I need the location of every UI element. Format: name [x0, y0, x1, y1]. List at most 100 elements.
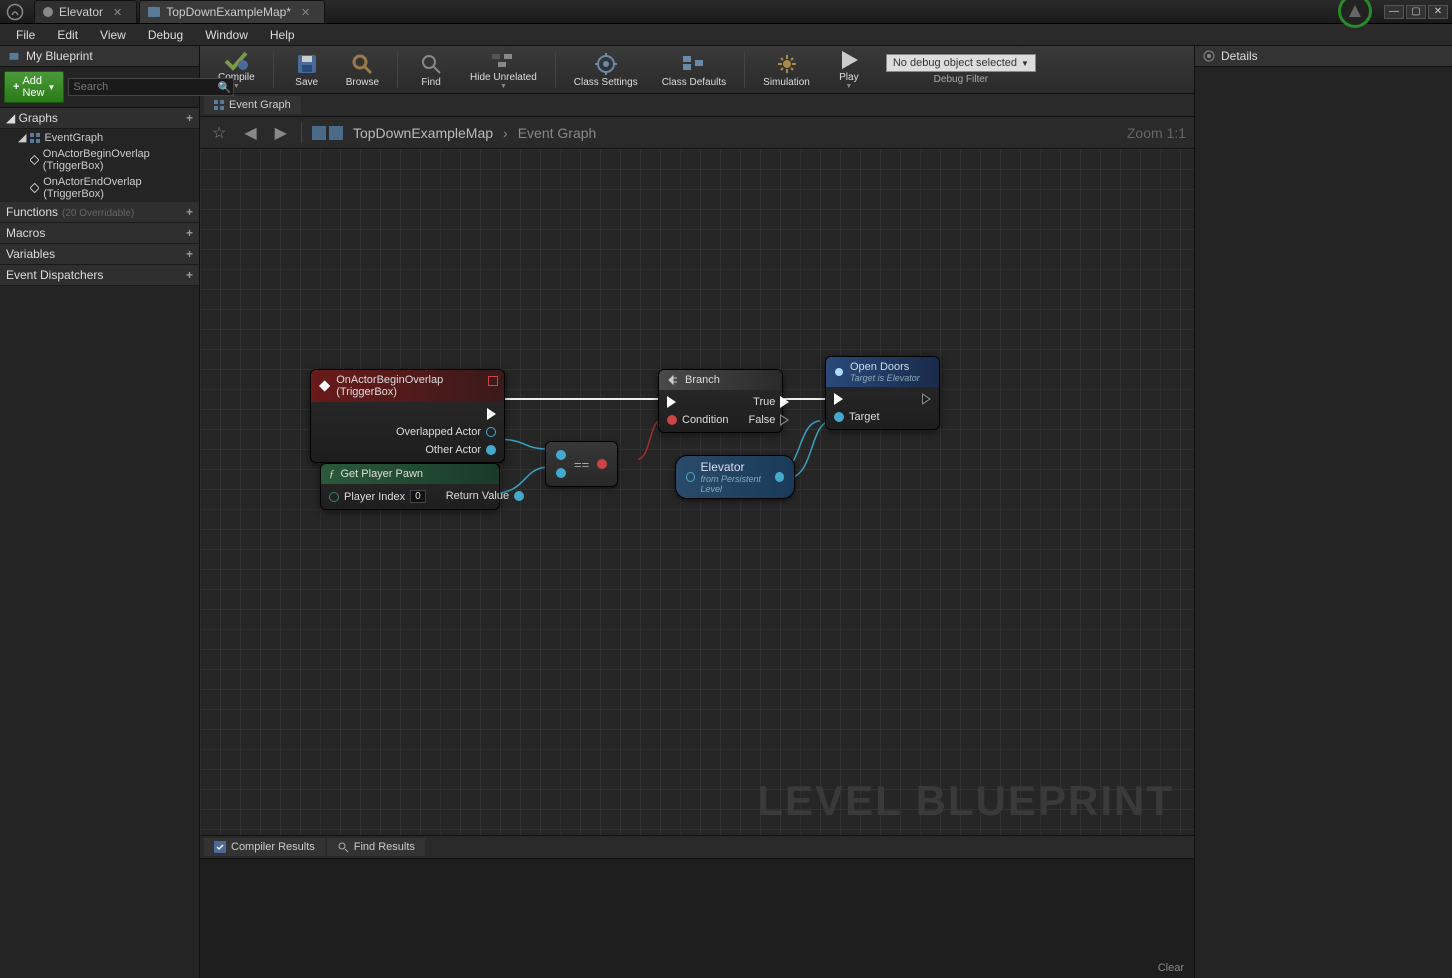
pin-player-index[interactable]: Player Index 0	[329, 490, 426, 503]
event-icon	[30, 155, 39, 165]
crumb-map[interactable]: TopDownExampleMap	[353, 125, 493, 141]
class-defaults-button[interactable]: Class Defaults	[652, 48, 736, 92]
panel-tab-my-blueprint[interactable]: My Blueprint	[0, 46, 199, 67]
minimize-button[interactable]: —	[1384, 5, 1404, 19]
category-macros[interactable]: Macros+	[0, 223, 199, 244]
zoom-indicator: Zoom 1:1	[1127, 125, 1186, 141]
tab-compiler-results[interactable]: Compiler Results	[204, 838, 325, 856]
add-function-icon[interactable]: +	[186, 205, 193, 219]
node-begin-overlap[interactable]: OnActorBeginOverlap (TriggerBox) Overlap…	[310, 369, 505, 463]
close-icon[interactable]: ✕	[113, 6, 122, 19]
browse-button[interactable]: Browse	[336, 48, 389, 92]
tree-event-begin[interactable]: OnActorBeginOverlap (TriggerBox)	[0, 146, 199, 174]
hide-unrelated-button[interactable]: Hide Unrelated▼	[460, 48, 547, 92]
add-dispatcher-icon[interactable]: +	[186, 268, 193, 282]
blueprint-icon	[8, 50, 20, 62]
crumb-graph[interactable]: Event Graph	[518, 125, 597, 141]
window-controls: — ▢ ✕	[1380, 0, 1452, 23]
equals-label: ==	[574, 457, 589, 472]
event-icon	[319, 380, 330, 392]
node-get-player-pawn[interactable]: ƒ Get Player Pawn Player Index 0 Return …	[320, 463, 500, 510]
node-equals[interactable]: ==	[545, 441, 618, 487]
menu-help[interactable]: Help	[260, 26, 305, 44]
blueprint-icon	[43, 7, 53, 17]
menu-edit[interactable]: Edit	[47, 26, 88, 44]
details-panel: Details	[1194, 46, 1452, 978]
category-dispatchers[interactable]: Event Dispatchers+	[0, 265, 199, 286]
pin-return-value[interactable]: Return Value	[446, 490, 524, 502]
category-variables[interactable]: Variables+	[0, 244, 199, 265]
close-icon[interactable]: ✕	[301, 6, 310, 19]
title-bar: Elevator ✕ TopDownExampleMap* ✕ — ▢ ✕	[0, 0, 1452, 24]
window-tabs: Elevator ✕ TopDownExampleMap* ✕	[30, 0, 1380, 23]
favorite-icon[interactable]: ☆	[208, 123, 230, 143]
pin-b[interactable]	[556, 468, 566, 478]
pin-overlapped-actor[interactable]: Overlapped Actor	[396, 426, 496, 438]
debug-filter-label: Debug Filter	[934, 74, 988, 85]
add-macro-icon[interactable]: +	[186, 226, 193, 240]
exec-in-pin[interactable]	[834, 393, 880, 405]
graph-view-icon[interactable]	[312, 126, 343, 140]
menu-bar: File Edit View Debug Window Help	[0, 24, 1452, 46]
category-graphs[interactable]: ◢ Graphs+	[0, 108, 199, 129]
close-button[interactable]: ✕	[1428, 5, 1448, 19]
function-icon	[834, 367, 844, 377]
maximize-button[interactable]: ▢	[1406, 5, 1426, 19]
play-button[interactable]: Play▼	[824, 48, 874, 92]
node-open-doors[interactable]: Open Doors Target is Elevator Target	[825, 356, 940, 430]
node-elevator-ref[interactable]: Elevator from Persistent Level	[675, 455, 795, 499]
nav-forward-icon[interactable]: ▶	[271, 123, 291, 143]
find-button[interactable]: Find	[406, 48, 456, 92]
clear-button[interactable]: Clear	[1158, 962, 1184, 974]
tree-eventgraph[interactable]: ◢ EventGraph	[0, 129, 199, 146]
results-icon	[214, 841, 226, 853]
window-tab-elevator[interactable]: Elevator ✕	[34, 0, 137, 23]
graph-icon	[214, 100, 224, 110]
pin-target[interactable]: Target	[834, 411, 880, 423]
pin-result[interactable]	[597, 459, 607, 469]
graph-canvas[interactable]: OnActorBeginOverlap (TriggerBox) Overlap…	[200, 149, 1194, 835]
branch-icon	[667, 374, 679, 386]
pin-false[interactable]: False	[748, 414, 789, 426]
add-variable-icon[interactable]: +	[186, 247, 193, 261]
class-settings-button[interactable]: Class Settings	[564, 48, 648, 92]
toolbar: Compile▼ Save Browse Find Hide Unrelated…	[200, 46, 1194, 94]
watermark: LEVEL BLUEPRINT	[757, 777, 1174, 825]
simulation-button[interactable]: Simulation	[753, 48, 820, 92]
window-tab-map[interactable]: TopDownExampleMap* ✕	[139, 0, 325, 23]
find-icon	[337, 841, 349, 853]
event-icon	[30, 183, 39, 193]
details-icon	[1203, 50, 1215, 62]
panel-tab-details[interactable]: Details	[1195, 46, 1452, 67]
pin-condition[interactable]: Condition	[667, 414, 728, 426]
exec-in-pin[interactable]	[667, 396, 728, 408]
add-graph-icon[interactable]: +	[186, 111, 193, 125]
exec-out-pin[interactable]	[487, 408, 496, 420]
pin-out[interactable]	[775, 472, 784, 482]
node-branch[interactable]: Branch Condition True False	[658, 369, 783, 433]
nav-back-icon[interactable]: ◀	[240, 123, 260, 143]
tab-find-results[interactable]: Find Results	[327, 838, 425, 856]
my-blueprint-panel: My Blueprint +Add New▼ 🔍 👁▾ ◢ Graphs+ ◢ …	[0, 46, 200, 978]
search-input[interactable]	[68, 78, 234, 96]
menu-file[interactable]: File	[6, 26, 45, 44]
pin-self[interactable]	[686, 472, 695, 482]
menu-debug[interactable]: Debug	[138, 26, 193, 44]
save-button[interactable]: Save	[282, 48, 332, 92]
exec-out-pin[interactable]	[922, 393, 931, 405]
graph-tab-event[interactable]: Event Graph	[204, 96, 301, 114]
menu-window[interactable]: Window	[195, 26, 258, 44]
delegate-pin[interactable]	[488, 376, 498, 386]
results-area: Clear	[200, 858, 1194, 978]
tree-event-end[interactable]: OnActorEndOverlap (TriggerBox)	[0, 174, 199, 202]
pin-other-actor[interactable]: Other Actor	[425, 444, 496, 456]
pin-a[interactable]	[556, 450, 566, 460]
category-functions[interactable]: Functions(20 Overridable)+	[0, 202, 199, 223]
center-area: Compile▼ Save Browse Find Hide Unrelated…	[200, 46, 1194, 978]
debug-object-select[interactable]: No debug object selected▼	[886, 54, 1036, 72]
add-new-button[interactable]: +Add New▼	[4, 71, 64, 103]
pin-true[interactable]: True	[753, 396, 789, 408]
level-bp-icon	[148, 7, 160, 17]
tab-label: TopDownExampleMap*	[166, 5, 291, 19]
menu-view[interactable]: View	[90, 26, 136, 44]
